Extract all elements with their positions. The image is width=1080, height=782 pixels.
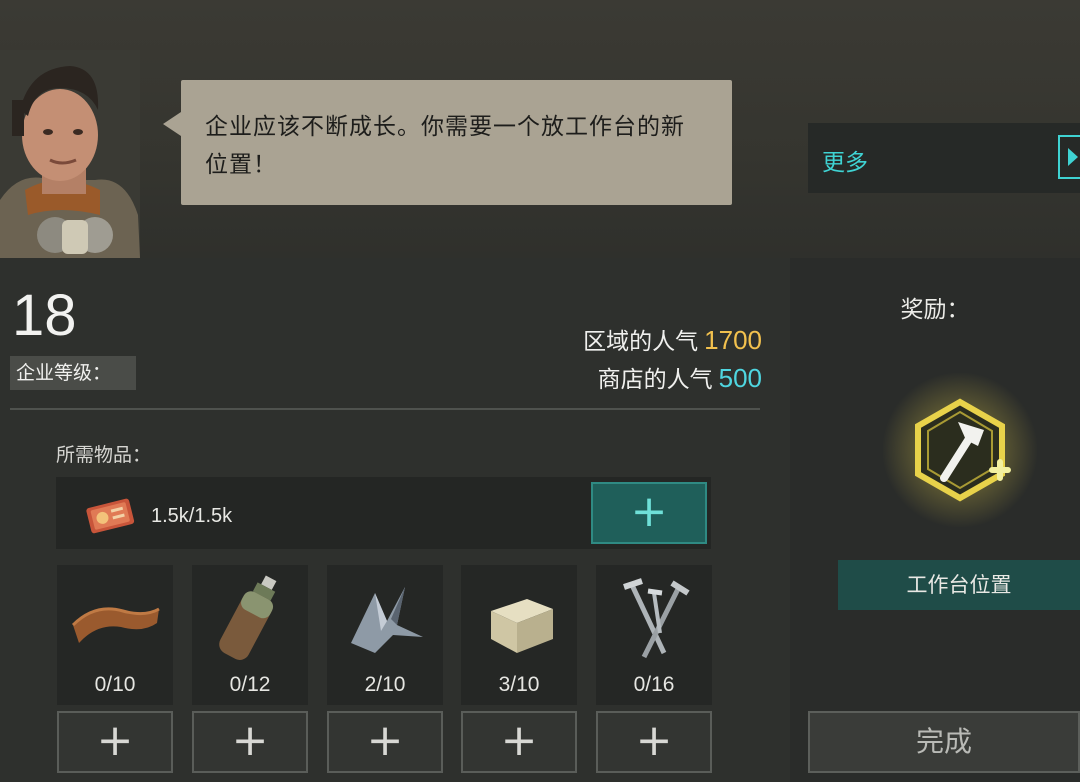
add-money-button[interactable]: + — [591, 482, 707, 544]
add-scrap-metal-button[interactable]: + — [327, 711, 443, 773]
hammer-plus-icon — [882, 372, 1038, 528]
reward-label: 奖励： — [900, 297, 970, 323]
item-card-bottle[interactable]: 0/12 — [192, 565, 308, 705]
enterprise-level-label: 企业等级： — [10, 356, 136, 390]
item-card-nails[interactable]: 0/16 — [596, 565, 712, 705]
enterprise-level-value: 18 — [12, 283, 77, 348]
reward-name: 工作台位置 — [838, 560, 1080, 610]
dialog-bubble: 企业应该不断成长。你需要一个放工作台的新位置！ — [163, 80, 732, 205]
store-popularity-value: 500 — [718, 363, 762, 393]
nails-icon — [623, 578, 690, 659]
area-popularity-value: 1700 — [704, 325, 762, 355]
store-popularity: 商店的人气 500 — [598, 360, 762, 394]
more-button-label: 更多 — [822, 150, 868, 176]
divider — [10, 408, 760, 410]
item-count: 0/12 — [229, 673, 271, 696]
scrap-metal-icon — [351, 587, 423, 653]
stone-block-icon — [491, 599, 553, 653]
area-popularity-label: 区域的人气 — [583, 329, 699, 355]
area-popularity: 区域的人气 1700 — [583, 322, 762, 356]
item-card-scrap-metal[interactable]: 2/10 — [327, 565, 443, 705]
item-card-stone-block[interactable]: 3/10 — [461, 565, 577, 705]
store-popularity-label: 商店的人气 — [597, 367, 713, 393]
leather-icon — [71, 607, 160, 643]
item-count: 2/10 — [364, 673, 406, 696]
add-leather-button[interactable]: + — [57, 711, 173, 773]
more-button[interactable]: 更多 — [808, 123, 1080, 193]
item-count: 0/10 — [94, 673, 136, 696]
complete-button[interactable]: 完成 — [808, 711, 1080, 773]
play-arrow-icon — [1058, 135, 1080, 179]
money-requirement-row: 1.5k/1.5k + — [56, 477, 711, 549]
add-nails-button[interactable]: + — [596, 711, 712, 773]
item-count: 3/10 — [498, 673, 540, 696]
add-bottle-button[interactable]: + — [192, 711, 308, 773]
money-requirement-value: 1.5k/1.5k — [151, 505, 233, 527]
required-items-label: 所需物品： — [56, 444, 152, 466]
character-portrait — [0, 50, 140, 258]
ticket-icon — [86, 498, 135, 534]
item-count: 0/16 — [633, 673, 675, 696]
add-stone-block-button[interactable]: + — [461, 711, 577, 773]
item-card-leather[interactable]: 0/10 — [57, 565, 173, 705]
bottle-icon — [219, 575, 277, 660]
dialog-text: 企业应该不断成长。你需要一个放工作台的新位置！ — [205, 114, 685, 178]
